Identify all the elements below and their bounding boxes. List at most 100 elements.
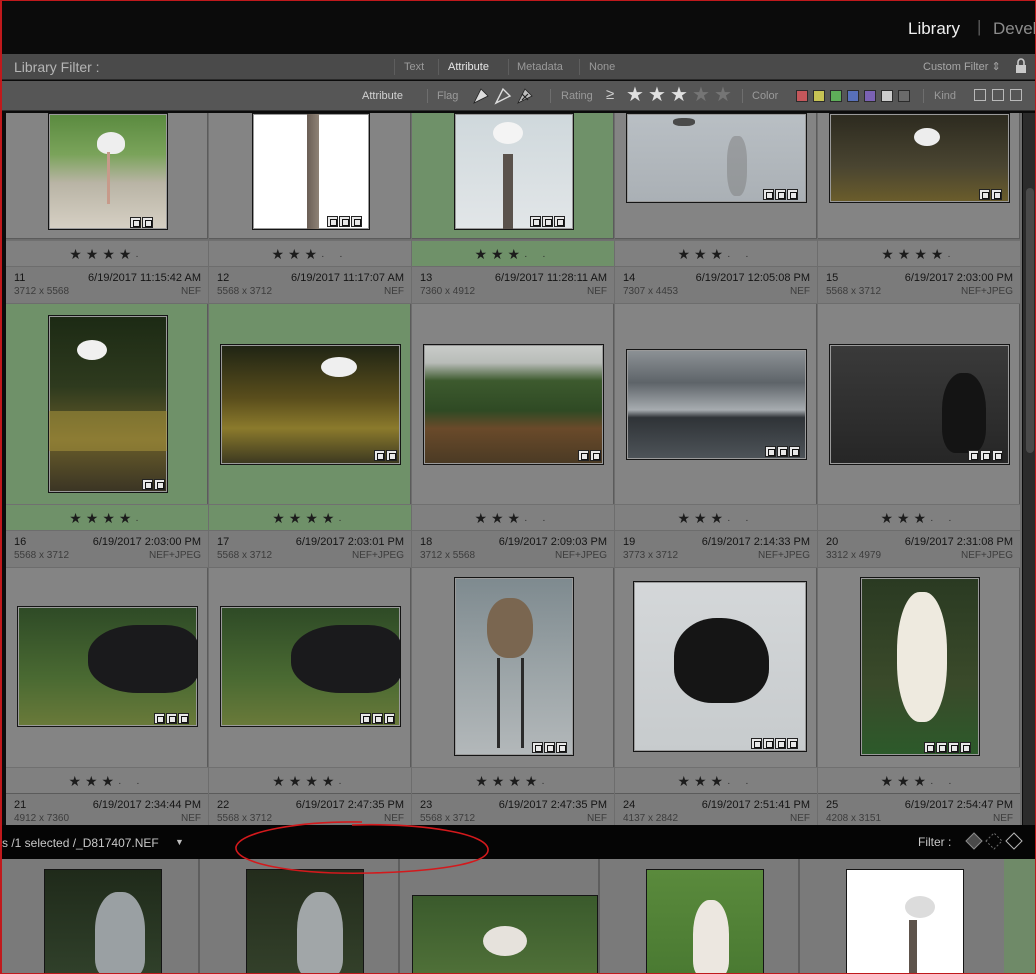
grid-cell[interactable]: ★★★★· — [6, 113, 208, 266]
rating-stars-row[interactable]: ★★★· · — [6, 767, 208, 793]
photo-thumbnail[interactable] — [626, 349, 807, 460]
rating-dots: · · — [321, 251, 349, 262]
divider — [394, 59, 395, 75]
rating-stars-row[interactable]: ★★★· · — [615, 240, 817, 266]
photo-thumbnail[interactable] — [860, 577, 980, 756]
rating-star-3[interactable]: ★ — [670, 84, 688, 106]
filter-tab-attribute[interactable]: Attribute — [448, 61, 489, 73]
grid-cell[interactable]: ★★★· · — [6, 568, 208, 794]
filmstrip-cell[interactable] — [402, 859, 600, 973]
rating-stars-row[interactable]: ★★★★· — [412, 767, 614, 793]
dimensions: 3712 x 5568 — [14, 286, 70, 297]
photo-thumbnail[interactable] — [423, 344, 604, 465]
rating-stars-row[interactable]: ★★★★· — [6, 504, 208, 530]
grid-cell[interactable]: ★★★· · — [209, 113, 411, 266]
lock-icon[interactable] — [1015, 58, 1027, 74]
kind-virtual-copy-icon[interactable] — [992, 89, 1004, 101]
color-swatch-blue[interactable] — [847, 90, 859, 102]
grid-cell[interactable]: ★★★· · — [818, 568, 1020, 794]
filmstrip-flag-filter-icon[interactable] — [964, 832, 1026, 850]
grid-cell[interactable]: ★★★★· — [412, 568, 614, 794]
filmstrip-thumbnail[interactable] — [846, 869, 964, 973]
photo-thumbnail[interactable] — [454, 577, 574, 756]
photo-thumbnail[interactable] — [17, 606, 198, 727]
grid-cell[interactable]: ★★★· · — [615, 568, 817, 794]
filmstrip-thumbnail[interactable] — [646, 869, 764, 973]
file-type: NEF — [384, 286, 404, 297]
grid-cell[interactable]: ★★★· · — [412, 304, 614, 530]
rating-stars-row[interactable]: ★★★· · — [615, 504, 817, 530]
grid-cell[interactable]: ★★★★· — [209, 568, 411, 794]
rating-star-5[interactable]: ★ — [714, 84, 732, 106]
scrollbar-thumb[interactable] — [1026, 188, 1034, 453]
color-swatch-none[interactable] — [898, 90, 910, 102]
rating-stars-row[interactable]: ★★★· · — [412, 504, 614, 530]
grid-cell[interactable]: ★★★· · — [818, 304, 1020, 530]
color-swatch-custom[interactable] — [881, 90, 893, 102]
grid-cell[interactable]: ★★★· · — [615, 113, 817, 266]
photo-thumbnail[interactable] — [48, 113, 168, 230]
filmstrip-thumbnail[interactable] — [412, 895, 598, 973]
grid-cell[interactable]: ★★★· · — [412, 113, 614, 266]
rating-dots: · · — [118, 778, 146, 789]
color-swatch-purple[interactable] — [864, 90, 876, 102]
photo-thumbnail[interactable] — [220, 606, 401, 727]
filmstrip-cell[interactable] — [602, 859, 800, 973]
rating-stars-row[interactable]: ★★★· · — [818, 504, 1020, 530]
grid-cell[interactable]: ★★★★· — [6, 304, 208, 530]
filter-tab-none[interactable]: None — [589, 61, 615, 73]
rating-stars-row[interactable]: ★★★★· — [209, 767, 411, 793]
rating-operator[interactable]: ≥ — [606, 86, 614, 103]
photo-thumbnail[interactable] — [252, 113, 370, 230]
color-swatch-green[interactable] — [830, 90, 842, 102]
rating-star-4[interactable]: ★ — [692, 84, 710, 106]
photo-thumbnail[interactable] — [220, 344, 401, 465]
rating-stars-row[interactable]: ★★★· · — [615, 767, 817, 793]
rating-stars-row[interactable]: ★★★★· — [6, 240, 208, 266]
filmstrip-thumbnail[interactable] — [44, 869, 162, 973]
rating-star-1[interactable]: ★ — [626, 84, 644, 106]
rating-stars-row[interactable]: ★★★· · — [412, 240, 614, 266]
grid-cell[interactable]: ★★★★· — [818, 113, 1020, 266]
develop-badge-icon — [178, 713, 189, 724]
photo-thumbnail[interactable] — [633, 581, 807, 752]
grid-cell[interactable]: ★★★· · — [615, 304, 817, 530]
rating-stars-row[interactable]: ★★★★· — [209, 504, 411, 530]
filmstrip-cell[interactable] — [202, 859, 400, 973]
cell-info: 20 6/19/2017 2:31:08 PM 3312 x 4979 NEF+JPE… — [818, 531, 1020, 567]
chevron-down-icon[interactable]: ▼ — [175, 837, 184, 847]
develop-badge-icon — [991, 189, 1002, 200]
rating-star-2[interactable]: ★ — [648, 84, 666, 106]
color-swatch-red[interactable] — [796, 90, 808, 102]
rating-stars-row[interactable]: ★★★· · — [818, 767, 1020, 793]
flag-rejected-icon[interactable] — [516, 87, 534, 105]
dimensions: 5568 x 3712 — [217, 813, 273, 824]
filmstrip-cell[interactable] — [802, 859, 1035, 973]
photo-thumbnail[interactable] — [48, 315, 168, 493]
custom-filter-dropdown[interactable]: Custom Filter ⇕ — [923, 60, 1001, 73]
kind-video-icon[interactable] — [1010, 89, 1022, 101]
filmstrip-thumbnail[interactable] — [246, 869, 364, 973]
grid-cell[interactable]: ★★★★· — [209, 304, 411, 530]
capture-date: 6/19/2017 2:31:08 PM — [904, 536, 1013, 548]
module-develop[interactable]: Devel — [993, 19, 1035, 39]
filmstrip-cell[interactable] — [2, 859, 200, 973]
flag-unflagged-icon[interactable] — [494, 87, 512, 105]
module-library[interactable]: Library — [908, 19, 960, 39]
rating-dots: · — [338, 515, 348, 526]
filter-tab-text[interactable]: Text — [404, 61, 424, 73]
keyword-badge-icon — [968, 450, 979, 461]
kind-master-icon[interactable] — [974, 89, 986, 101]
capture-date: 6/19/2017 2:03:00 PM — [904, 272, 1013, 284]
photo-thumbnail[interactable] — [829, 344, 1010, 465]
flag-pick-icon[interactable] — [472, 87, 490, 105]
rating-stars: ★★★★ — [272, 510, 339, 526]
filter-tab-metadata[interactable]: Metadata — [517, 61, 563, 73]
photo-thumbnail[interactable] — [454, 113, 574, 230]
color-swatch-yellow[interactable] — [813, 90, 825, 102]
filmstrip-source-status[interactable]: s /1 selected /_D817407.NEF — [2, 836, 159, 850]
capture-date: 6/19/2017 11:28:11 AM — [494, 272, 607, 284]
rating-stars-row[interactable]: ★★★★· — [818, 240, 1020, 266]
rating-stars-row[interactable]: ★★★· · — [209, 240, 411, 266]
grid-scrollbar[interactable] — [1023, 113, 1035, 825]
